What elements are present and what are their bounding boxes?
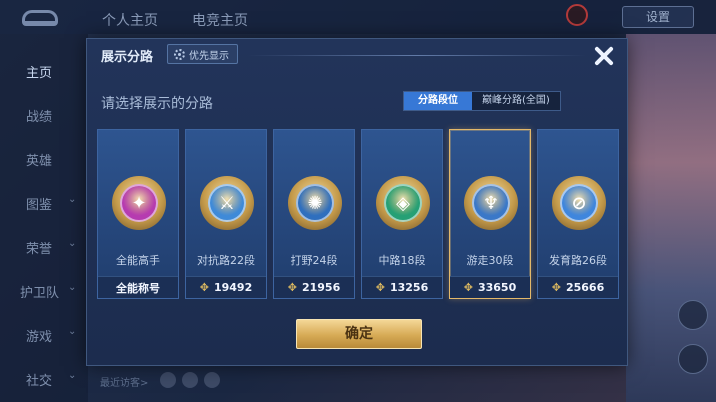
lane-score: 21956 [301,281,341,294]
lane-name: 打野24段 [290,254,338,267]
jungle-emblem-icon: ✺ [288,176,342,230]
priority-display-button[interactable]: 优先显示 [167,44,238,64]
visitor-avatar[interactable] [204,372,220,388]
score-emblem-icon: ✥ [287,281,297,294]
lane-card-footer: 全能称号 [98,276,178,298]
lane-display-dialog: 展示分路 优先显示 请选择展示的分路 分路段位 巅峰分路(全国) ✦ 全能高手 … [86,38,628,366]
score-emblem-icon: ✥ [199,281,209,294]
header-divider [247,55,587,56]
sidebar-item-social[interactable]: 社交 ⌄ [0,370,88,389]
sidebar-item-guard[interactable]: 护卫队 ⌄ [0,282,88,301]
sidebar-item-honor[interactable]: 荣誉 ⌄ [0,238,88,257]
chevron-down-icon: ⌄ [68,326,77,337]
lane-score: 19492 [213,281,253,294]
dialog-header: 展示分路 优先显示 [87,39,627,69]
lane-name: 发育路26段 [549,254,607,267]
chevron-down-icon: ⌄ [68,238,77,249]
visitor-avatar[interactable] [160,372,176,388]
score-emblem-icon: ✥ [463,281,473,294]
back-logo-icon[interactable] [22,10,58,26]
gear-icon [174,48,185,60]
score-emblem-icon: ✥ [551,281,561,294]
chevron-down-icon: ⌄ [68,370,77,381]
visitor-avatar[interactable] [182,372,198,388]
tab-esports-home[interactable]: 电竞主页 [192,10,248,30]
sidebar-item-home[interactable]: 主页 [0,62,88,81]
lane-card-mid[interactable]: ◈ 中路18段 ✥ 13256 [361,129,443,299]
side-shortcut-button[interactable] [678,300,708,330]
lane-card-footer: ✥ 19492 [186,276,266,298]
side-shortcut-button[interactable] [678,344,708,374]
sidebar: 主页 战绩 英雄 图鉴 ⌄ 荣誉 ⌄ 护卫队 ⌄ 游戏 ⌄ 社交 ⌄ [0,34,88,402]
lane-card-farm[interactable]: ⊘ 发育路26段 ✥ 25666 [537,129,619,299]
roam-emblem-icon: ♆ [464,176,518,230]
lane-name: 对抗路22段 [197,254,255,267]
lane-score: 25666 [565,281,605,294]
lane-name: 全能高手 [116,254,160,267]
chevron-down-icon: ⌄ [68,194,77,205]
clash-lane-emblem-icon: ⚔ [200,176,254,230]
chevron-down-icon: ⌄ [68,282,77,293]
sidebar-item-heroes[interactable]: 英雄 [0,150,88,169]
lane-score: 33650 [477,281,517,294]
sidebar-item-codex[interactable]: 图鉴 ⌄ [0,194,88,213]
tab-peak-lane-national[interactable]: 巅峰分路(全国) [472,92,560,110]
sidebar-item-games[interactable]: 游戏 ⌄ [0,326,88,345]
confirm-button[interactable]: 确定 [296,319,422,349]
all-round-emblem-icon: ✦ [112,176,166,230]
lane-name: 游走30段 [466,254,514,267]
tab-lane-rank[interactable]: 分路段位 [404,92,472,110]
sidebar-item-records[interactable]: 战绩 [0,106,88,125]
all-round-title: 全能称号 [116,281,160,295]
lane-card-list: ✦ 全能高手 全能称号 ⚔ 对抗路22段 ✥ 19492 ✺ 打野24段 ✥ 2… [97,129,621,299]
lane-card-footer: ✥ 21956 [274,276,354,298]
priority-display-label: 优先显示 [189,50,229,62]
top-bar: 个人主页 电竞主页 设置 [0,0,716,34]
lane-card-jungle[interactable]: ✺ 打野24段 ✥ 21956 [273,129,355,299]
settings-button[interactable]: 设置 [622,6,694,28]
dialog-title: 展示分路 [101,50,154,65]
avatar[interactable] [566,4,588,26]
score-emblem-icon: ✥ [375,281,385,294]
lane-card-footer: ✥ 33650 [450,276,530,298]
lane-card-clash[interactable]: ⚔ 对抗路22段 ✥ 19492 [185,129,267,299]
lane-card-all-round[interactable]: ✦ 全能高手 全能称号 [97,129,179,299]
lane-card-footer: ✥ 25666 [538,276,618,298]
mid-lane-emblem-icon: ◈ [376,176,430,230]
lane-name: 中路18段 [378,254,426,267]
tab-personal-home[interactable]: 个人主页 [102,10,158,30]
lane-card-roam[interactable]: ♆ 游走30段 ✥ 33650 [449,129,531,299]
farm-lane-emblem-icon: ⊘ [552,176,606,230]
close-icon[interactable] [591,43,617,69]
select-lane-prompt: 请选择展示的分路 [101,96,213,112]
lane-score: 13256 [389,281,429,294]
lane-mode-toggle: 分路段位 巅峰分路(全国) [403,91,561,111]
recent-visitors-link[interactable]: 最近访客> [100,374,148,389]
lane-card-footer: ✥ 13256 [362,276,442,298]
